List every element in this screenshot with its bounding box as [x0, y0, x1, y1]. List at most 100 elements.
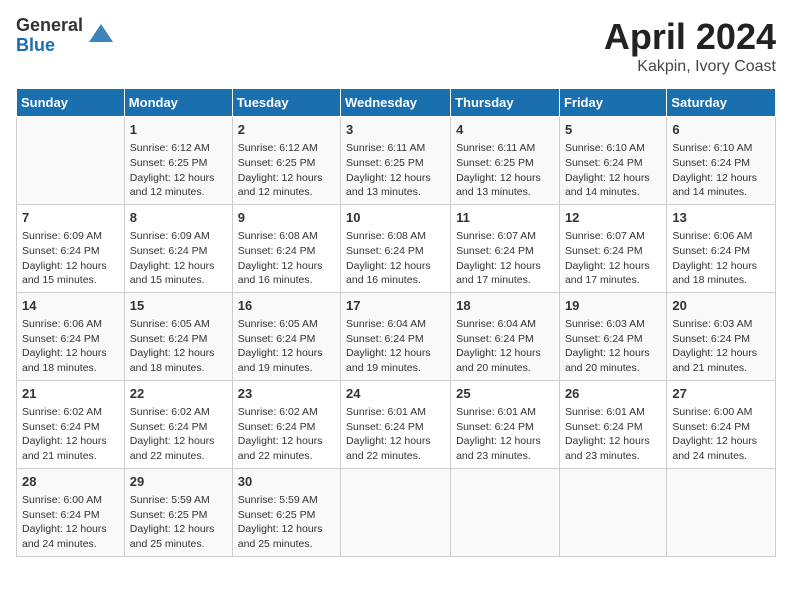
calendar-body: 1 Sunrise: 6:12 AM Sunset: 6:25 PM Daylig…: [17, 117, 776, 557]
day-number: 6: [672, 121, 770, 139]
calendar-cell: 10 Sunrise: 6:08 AM Sunset: 6:24 PM Dayli…: [341, 204, 451, 292]
calendar-cell: [341, 468, 451, 556]
calendar-cell: [559, 468, 666, 556]
day-info: Sunrise: 6:07 AM Sunset: 6:24 PM Dayligh…: [456, 229, 554, 288]
day-number: 12: [565, 209, 661, 227]
calendar-cell: 6Sunrise: 6:10 AM Sunset: 6:24 PM Daylig…: [667, 117, 776, 205]
day-number: 1: [130, 121, 227, 139]
calendar-cell: 23 Sunrise: 6:02 AM Sunset: 6:24 PM Dayli…: [232, 380, 340, 468]
calendar-cell: 2 Sunrise: 6:12 AM Sunset: 6:25 PM Daylig…: [232, 117, 340, 205]
header-friday: Friday: [559, 89, 666, 117]
day-info: Sunrise: 6:04 AM Sunset: 6:24 PM Dayligh…: [346, 317, 445, 376]
calendar-cell: 14 Sunrise: 6:06 AM Sunset: 6:24 PM Dayli…: [17, 292, 125, 380]
week-row-1: 7 Sunrise: 6:09 AM Sunset: 6:24 PM Daylig…: [17, 204, 776, 292]
calendar-cell: 24 Sunrise: 6:01 AM Sunset: 6:24 PM Dayli…: [341, 380, 451, 468]
calendar-cell: [667, 468, 776, 556]
day-info: Sunrise: 6:01 AM Sunset: 6:24 PM Dayligh…: [346, 405, 445, 464]
day-number: 14: [22, 297, 119, 315]
calendar-cell: 29 Sunrise: 5:59 AM Sunset: 6:25 PM Dayli…: [124, 468, 232, 556]
day-info: Sunrise: 6:00 AM Sunset: 6:24 PM Dayligh…: [22, 493, 119, 552]
day-info: Sunrise: 6:12 AM Sunset: 6:25 PM Dayligh…: [238, 141, 335, 200]
logo-general-text: General: [16, 16, 83, 36]
day-number: 29: [130, 473, 227, 491]
day-info: Sunrise: 6:09 AM Sunset: 6:24 PM Dayligh…: [22, 229, 119, 288]
calendar-subtitle: Kakpin, Ivory Coast: [604, 58, 776, 76]
day-number: 3: [346, 121, 445, 139]
title-block: April 2024 Kakpin, Ivory Coast: [604, 16, 776, 76]
day-info: Sunrise: 6:12 AM Sunset: 6:25 PM Dayligh…: [130, 141, 227, 200]
day-number: 8: [130, 209, 227, 227]
week-row-0: 1 Sunrise: 6:12 AM Sunset: 6:25 PM Daylig…: [17, 117, 776, 205]
calendar-cell: 1 Sunrise: 6:12 AM Sunset: 6:25 PM Daylig…: [124, 117, 232, 205]
calendar-cell: 9Sunrise: 6:08 AM Sunset: 6:24 PM Daylig…: [232, 204, 340, 292]
week-row-2: 14 Sunrise: 6:06 AM Sunset: 6:24 PM Dayli…: [17, 292, 776, 380]
calendar-cell: 12 Sunrise: 6:07 AM Sunset: 6:24 PM Dayli…: [559, 204, 666, 292]
header-tuesday: Tuesday: [232, 89, 340, 117]
day-info: Sunrise: 6:04 AM Sunset: 6:24 PM Dayligh…: [456, 317, 554, 376]
day-number: 22: [130, 385, 227, 403]
calendar-cell: 30 Sunrise: 5:59 AM Sunset: 6:25 PM Dayli…: [232, 468, 340, 556]
calendar-cell: 13Sunrise: 6:06 AM Sunset: 6:24 PM Dayli…: [667, 204, 776, 292]
calendar-table: SundayMondayTuesdayWednesdayThursdayFrid…: [16, 88, 776, 557]
calendar-cell: 3Sunrise: 6:11 AM Sunset: 6:25 PM Daylig…: [341, 117, 451, 205]
header-saturday: Saturday: [667, 89, 776, 117]
calendar-cell: 11Sunrise: 6:07 AM Sunset: 6:24 PM Dayli…: [451, 204, 560, 292]
day-info: Sunrise: 6:06 AM Sunset: 6:24 PM Dayligh…: [672, 229, 770, 288]
day-number: 16: [238, 297, 335, 315]
day-info: Sunrise: 6:06 AM Sunset: 6:24 PM Dayligh…: [22, 317, 119, 376]
day-info: Sunrise: 6:08 AM Sunset: 6:24 PM Dayligh…: [346, 229, 445, 288]
logo: General Blue: [16, 16, 115, 56]
calendar-cell: 7 Sunrise: 6:09 AM Sunset: 6:24 PM Daylig…: [17, 204, 125, 292]
day-info: Sunrise: 6:05 AM Sunset: 6:24 PM Dayligh…: [130, 317, 227, 376]
logo-icon: [87, 22, 115, 50]
calendar-cell: 19Sunrise: 6:03 AM Sunset: 6:24 PM Dayli…: [559, 292, 666, 380]
day-info: Sunrise: 6:02 AM Sunset: 6:24 PM Dayligh…: [22, 405, 119, 464]
day-number: 10: [346, 209, 445, 227]
day-info: Sunrise: 6:01 AM Sunset: 6:24 PM Dayligh…: [565, 405, 661, 464]
header-sunday: Sunday: [17, 89, 125, 117]
day-number: 25: [456, 385, 554, 403]
day-info: Sunrise: 6:03 AM Sunset: 6:24 PM Dayligh…: [672, 317, 770, 376]
calendar-cell: [17, 117, 125, 205]
day-info: Sunrise: 6:02 AM Sunset: 6:24 PM Dayligh…: [238, 405, 335, 464]
day-info: Sunrise: 6:11 AM Sunset: 6:25 PM Dayligh…: [456, 141, 554, 200]
day-info: Sunrise: 5:59 AM Sunset: 6:25 PM Dayligh…: [238, 493, 335, 552]
day-number: 24: [346, 385, 445, 403]
calendar-title: April 2024: [604, 16, 776, 58]
header-wednesday: Wednesday: [341, 89, 451, 117]
calendar-cell: 28 Sunrise: 6:00 AM Sunset: 6:24 PM Dayli…: [17, 468, 125, 556]
calendar-cell: 17 Sunrise: 6:04 AM Sunset: 6:24 PM Dayli…: [341, 292, 451, 380]
day-number: 28: [22, 473, 119, 491]
day-number: 30: [238, 473, 335, 491]
calendar-cell: 22Sunrise: 6:02 AM Sunset: 6:24 PM Dayli…: [124, 380, 232, 468]
day-number: 4: [456, 121, 554, 139]
day-info: Sunrise: 6:01 AM Sunset: 6:24 PM Dayligh…: [456, 405, 554, 464]
calendar-cell: 26Sunrise: 6:01 AM Sunset: 6:24 PM Dayli…: [559, 380, 666, 468]
day-info: Sunrise: 6:07 AM Sunset: 6:24 PM Dayligh…: [565, 229, 661, 288]
day-number: 17: [346, 297, 445, 315]
day-info: Sunrise: 5:59 AM Sunset: 6:25 PM Dayligh…: [130, 493, 227, 552]
calendar-cell: [451, 468, 560, 556]
calendar-cell: 15Sunrise: 6:05 AM Sunset: 6:24 PM Dayli…: [124, 292, 232, 380]
calendar-cell: 20 Sunrise: 6:03 AM Sunset: 6:24 PM Dayli…: [667, 292, 776, 380]
day-number: 27: [672, 385, 770, 403]
day-number: 9: [238, 209, 335, 227]
calendar-cell: 8Sunrise: 6:09 AM Sunset: 6:24 PM Daylig…: [124, 204, 232, 292]
week-row-4: 28 Sunrise: 6:00 AM Sunset: 6:24 PM Dayli…: [17, 468, 776, 556]
day-number: 5: [565, 121, 661, 139]
calendar-header-row: SundayMondayTuesdayWednesdayThursdayFrid…: [17, 89, 776, 117]
calendar-cell: 4 Sunrise: 6:11 AM Sunset: 6:25 PM Daylig…: [451, 117, 560, 205]
header-thursday: Thursday: [451, 89, 560, 117]
day-number: 20: [672, 297, 770, 315]
week-row-3: 21 Sunrise: 6:02 AM Sunset: 6:24 PM Dayli…: [17, 380, 776, 468]
calendar-cell: 27Sunrise: 6:00 AM Sunset: 6:24 PM Dayli…: [667, 380, 776, 468]
day-number: 18: [456, 297, 554, 315]
day-number: 2: [238, 121, 335, 139]
day-info: Sunrise: 6:10 AM Sunset: 6:24 PM Dayligh…: [565, 141, 661, 200]
day-number: 23: [238, 385, 335, 403]
calendar-cell: 16 Sunrise: 6:05 AM Sunset: 6:24 PM Dayli…: [232, 292, 340, 380]
calendar-cell: 25 Sunrise: 6:01 AM Sunset: 6:24 PM Dayli…: [451, 380, 560, 468]
day-number: 7: [22, 209, 119, 227]
day-number: 21: [22, 385, 119, 403]
day-info: Sunrise: 6:05 AM Sunset: 6:24 PM Dayligh…: [238, 317, 335, 376]
